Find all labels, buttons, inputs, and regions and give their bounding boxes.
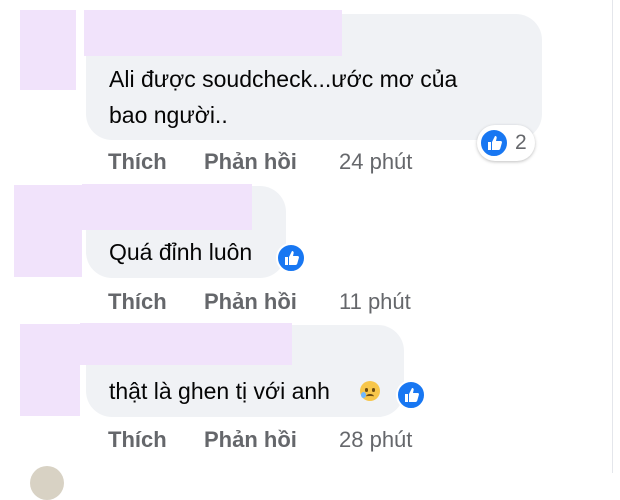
avatar[interactable] (30, 466, 64, 500)
comment-actions: Thích Phản hồi 11 phút (108, 289, 528, 317)
timestamp[interactable]: 11 phút (339, 289, 411, 315)
avatar-redacted[interactable] (14, 185, 82, 277)
like-link[interactable]: Thích (108, 427, 167, 453)
comment-text: Quá đỉnh luôn (109, 239, 253, 265)
comment-actions: Thích Phản hồi 28 phút (108, 427, 528, 455)
comment-text: thật là ghen tị với anh (109, 378, 330, 404)
author-name-redacted[interactable] (80, 323, 292, 365)
reply-link[interactable]: Phản hồi (204, 289, 297, 315)
author-name-redacted[interactable] (84, 10, 342, 56)
comment-actions: Thích Phản hồi 24 phút (108, 149, 528, 177)
like-link[interactable]: Thích (108, 149, 167, 175)
like-link[interactable]: Thích (108, 289, 167, 315)
timestamp[interactable]: 24 phút (339, 149, 412, 175)
avatar-redacted[interactable] (20, 10, 76, 90)
comment-text-line-2: bao người.. (109, 102, 228, 128)
comment-text-line-1: Ali được soudcheck...ước mơ của (109, 66, 458, 92)
like-reaction-icon[interactable] (396, 380, 426, 410)
like-reaction-icon[interactable] (276, 243, 306, 273)
reply-link[interactable]: Phản hồi (204, 149, 297, 175)
timestamp[interactable]: 28 phút (339, 427, 412, 453)
avatar-redacted[interactable] (20, 324, 80, 416)
scroll-edge (612, 0, 613, 473)
reply-link[interactable]: Phản hồi (204, 427, 297, 453)
author-name-redacted[interactable] (82, 184, 252, 230)
sad-tear-emoji (360, 381, 380, 401)
